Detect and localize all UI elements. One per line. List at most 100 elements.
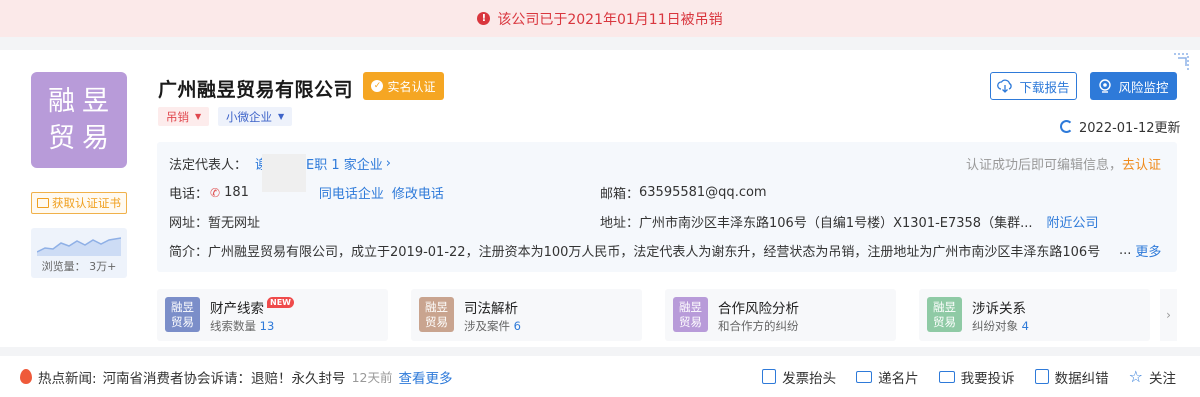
module-count: 13 (259, 319, 275, 333)
intro-more-link[interactable]: 更多 (1135, 241, 1161, 260)
phone-value: 181 (224, 185, 249, 200)
status-tag-label: 吊销 (166, 109, 189, 124)
send-card-label: 递名片 (878, 370, 919, 387)
legal-rep-label: 法定代表人： (169, 158, 248, 173)
module-sub-label: 和合作方的纠纷 (718, 319, 799, 333)
tag-label: 小微企业 (226, 109, 272, 124)
chevron-right-icon: › (385, 156, 391, 171)
complaint-label: 我要投诉 (960, 370, 1015, 387)
status-tag-revoked[interactable]: 吊销 ▼ (158, 107, 210, 126)
chevron-down-icon: ▼ (195, 112, 202, 121)
revoked-alert-text: 该公司已于2021年01月11日被吊销 (497, 11, 723, 28)
cert-hint-text: 认证成功后即可编辑信息， (965, 158, 1122, 173)
nearby-companies-link[interactable]: 附近公司 (1046, 212, 1098, 231)
website-value: 暂无网址 (208, 216, 261, 231)
revoked-alert-bar: ! 该公司已于2021年01月11日被吊销 (0, 0, 1200, 37)
company-header-card: 融昱 贸易 获取认证证书 浏览量： 3万+ 广州融昱贸易有限公司 ✓ 实名认证 … (0, 50, 1200, 347)
footer-actions: 发票抬头 递名片 我要投诉 数据纠错 ☆ 关注 (762, 367, 1176, 387)
verified-label: 实名认证 (387, 79, 436, 94)
invoice-title-button[interactable]: 发票抬头 (762, 367, 836, 387)
phone-row: 电话： ✆ 181 同电话企业 修改电话 (169, 183, 444, 202)
real-name-verified-badge[interactable]: ✓ 实名认证 (363, 72, 444, 100)
go-certify-link[interactable]: 去认证 (1122, 154, 1161, 173)
get-certificate-button[interactable]: 获取认证证书 (31, 192, 127, 214)
invoice-title-label: 发票抬头 (782, 370, 837, 387)
module-cooperation-risk[interactable]: 融昱 贸易 合作风险分析 和合作方的纠纷 (665, 289, 896, 341)
star-icon: ☆ (1128, 367, 1143, 386)
module-litigation-relations[interactable]: 融昱 贸易 涉诉关系 纠纷对象 4 (919, 289, 1150, 341)
module-title: 涉诉关系 (972, 301, 1026, 317)
hot-news-more-link[interactable]: 查看更多 (398, 367, 452, 387)
page-views-label: 浏览量： 3万+ (41, 260, 117, 273)
modules-next-chevron-icon[interactable]: › (1160, 289, 1177, 341)
module-logo: 融昱 贸易 (165, 297, 200, 332)
hot-news-headline[interactable]: 河南省消费者协会诉请：退赔！永久封号 (103, 367, 346, 387)
logo-text-line1: 融昱 (48, 86, 116, 117)
cert-hint-row: 认证成功后即可编辑信息， 去认证 (966, 154, 1161, 173)
module-logo-line2: 贸易 (171, 314, 194, 329)
module-logo-line2: 贸易 (679, 314, 702, 329)
risk-monitor-button[interactable]: 风险监控 (1090, 72, 1177, 100)
module-sub: 线索数量 13 (210, 318, 274, 334)
fire-icon (20, 369, 32, 384)
email-value[interactable]: 63595581@qq.com (639, 185, 767, 200)
phone-label: 电话： (169, 187, 209, 202)
module-logo-line1: 融昱 (171, 299, 194, 314)
refresh-icon (1060, 120, 1073, 133)
bottom-bar: 热点新闻: 河南省消费者协会诉请：退赔！永久封号 12天前 查看更多 发票抬头 … (0, 356, 1200, 397)
email-label: 邮箱： (600, 187, 640, 202)
module-logo-line1: 融昱 (679, 299, 702, 314)
follow-button[interactable]: ☆ 关注 (1129, 367, 1176, 387)
company-name: 广州融昱贸易有限公司 (158, 79, 354, 101)
get-certificate-label: 获取认证证书 (52, 196, 121, 210)
module-asset-clues[interactable]: 融昱 贸易 财产线索 NEW 线索数量 13 (157, 289, 388, 341)
tag-small-micro-enterprise[interactable]: 小微企业 ▼ (218, 107, 293, 126)
module-logo: 融昱 贸易 (419, 297, 454, 332)
module-logo-line2: 贸易 (425, 314, 448, 329)
card-icon (856, 370, 873, 383)
download-report-label: 下载报告 (1019, 79, 1070, 95)
legal-rep-tenure-link[interactable]: E职 1 家企业 (306, 154, 383, 173)
module-judicial-analysis[interactable]: 融昱 贸易 司法解析 涉及案件 6 (411, 289, 642, 341)
exclamation-icon: ! (477, 12, 491, 25)
address-row: 地址： 广州市南沙区丰泽东路106号（自编1号楼）X1301-E7358（集群.… (600, 212, 1099, 231)
document-icon (762, 369, 777, 384)
update-date: 2022-01-12更新 (1079, 121, 1181, 136)
complaint-button[interactable]: 我要投诉 (938, 367, 1015, 387)
module-title: 合作风险分析 (718, 301, 799, 317)
phone-icon: ✆ (210, 185, 221, 200)
module-logo-line1: 融昱 (425, 299, 448, 314)
hot-news-time: 12天前 (351, 370, 393, 385)
module-title: 司法解析 (464, 301, 518, 317)
module-sub: 涉及案件 6 (464, 318, 521, 334)
website-label: 网址： (169, 216, 209, 231)
download-report-button[interactable]: 下载报告 (990, 72, 1077, 100)
data-correction-button[interactable]: 数据纠错 (1034, 367, 1109, 387)
page-views-box: 浏览量： 3万+ (31, 228, 127, 278)
check-shield-icon: ✓ (371, 80, 384, 92)
module-sub-label: 线索数量 (210, 319, 256, 333)
new-badge: NEW (267, 296, 294, 308)
data-correction-label: 数据纠错 (1054, 370, 1109, 387)
cloud-download-icon (997, 79, 1013, 93)
edit-phone-link[interactable]: 修改电话 (392, 183, 444, 202)
qr-corner-icon[interactable] (1172, 52, 1190, 74)
same-phone-companies-link[interactable]: 同电话企业 (319, 183, 384, 202)
website-row: 网址： 暂无网址 (169, 212, 260, 231)
logo-text-line2: 贸易 (48, 123, 116, 154)
module-logo: 融昱 贸易 (927, 297, 962, 332)
module-count: 4 (1021, 319, 1029, 333)
file-edit-icon (1034, 369, 1049, 384)
update-refresh[interactable]: 2022-01-12更新 (1060, 117, 1181, 136)
follow-label: 关注 (1149, 370, 1176, 387)
intro-label: 简介： (169, 245, 209, 260)
module-title: 财产线索 (210, 301, 264, 317)
views-trend-icon (37, 237, 121, 256)
module-count: 6 (513, 319, 521, 333)
company-logo: 融昱 贸易 (31, 72, 127, 168)
send-card-button[interactable]: 递名片 (856, 367, 919, 387)
mail-icon (938, 370, 955, 383)
certificate-icon (37, 198, 49, 208)
intro-ellipsis: ... (1119, 243, 1132, 258)
module-title-row: 财产线索 NEW (210, 296, 294, 317)
